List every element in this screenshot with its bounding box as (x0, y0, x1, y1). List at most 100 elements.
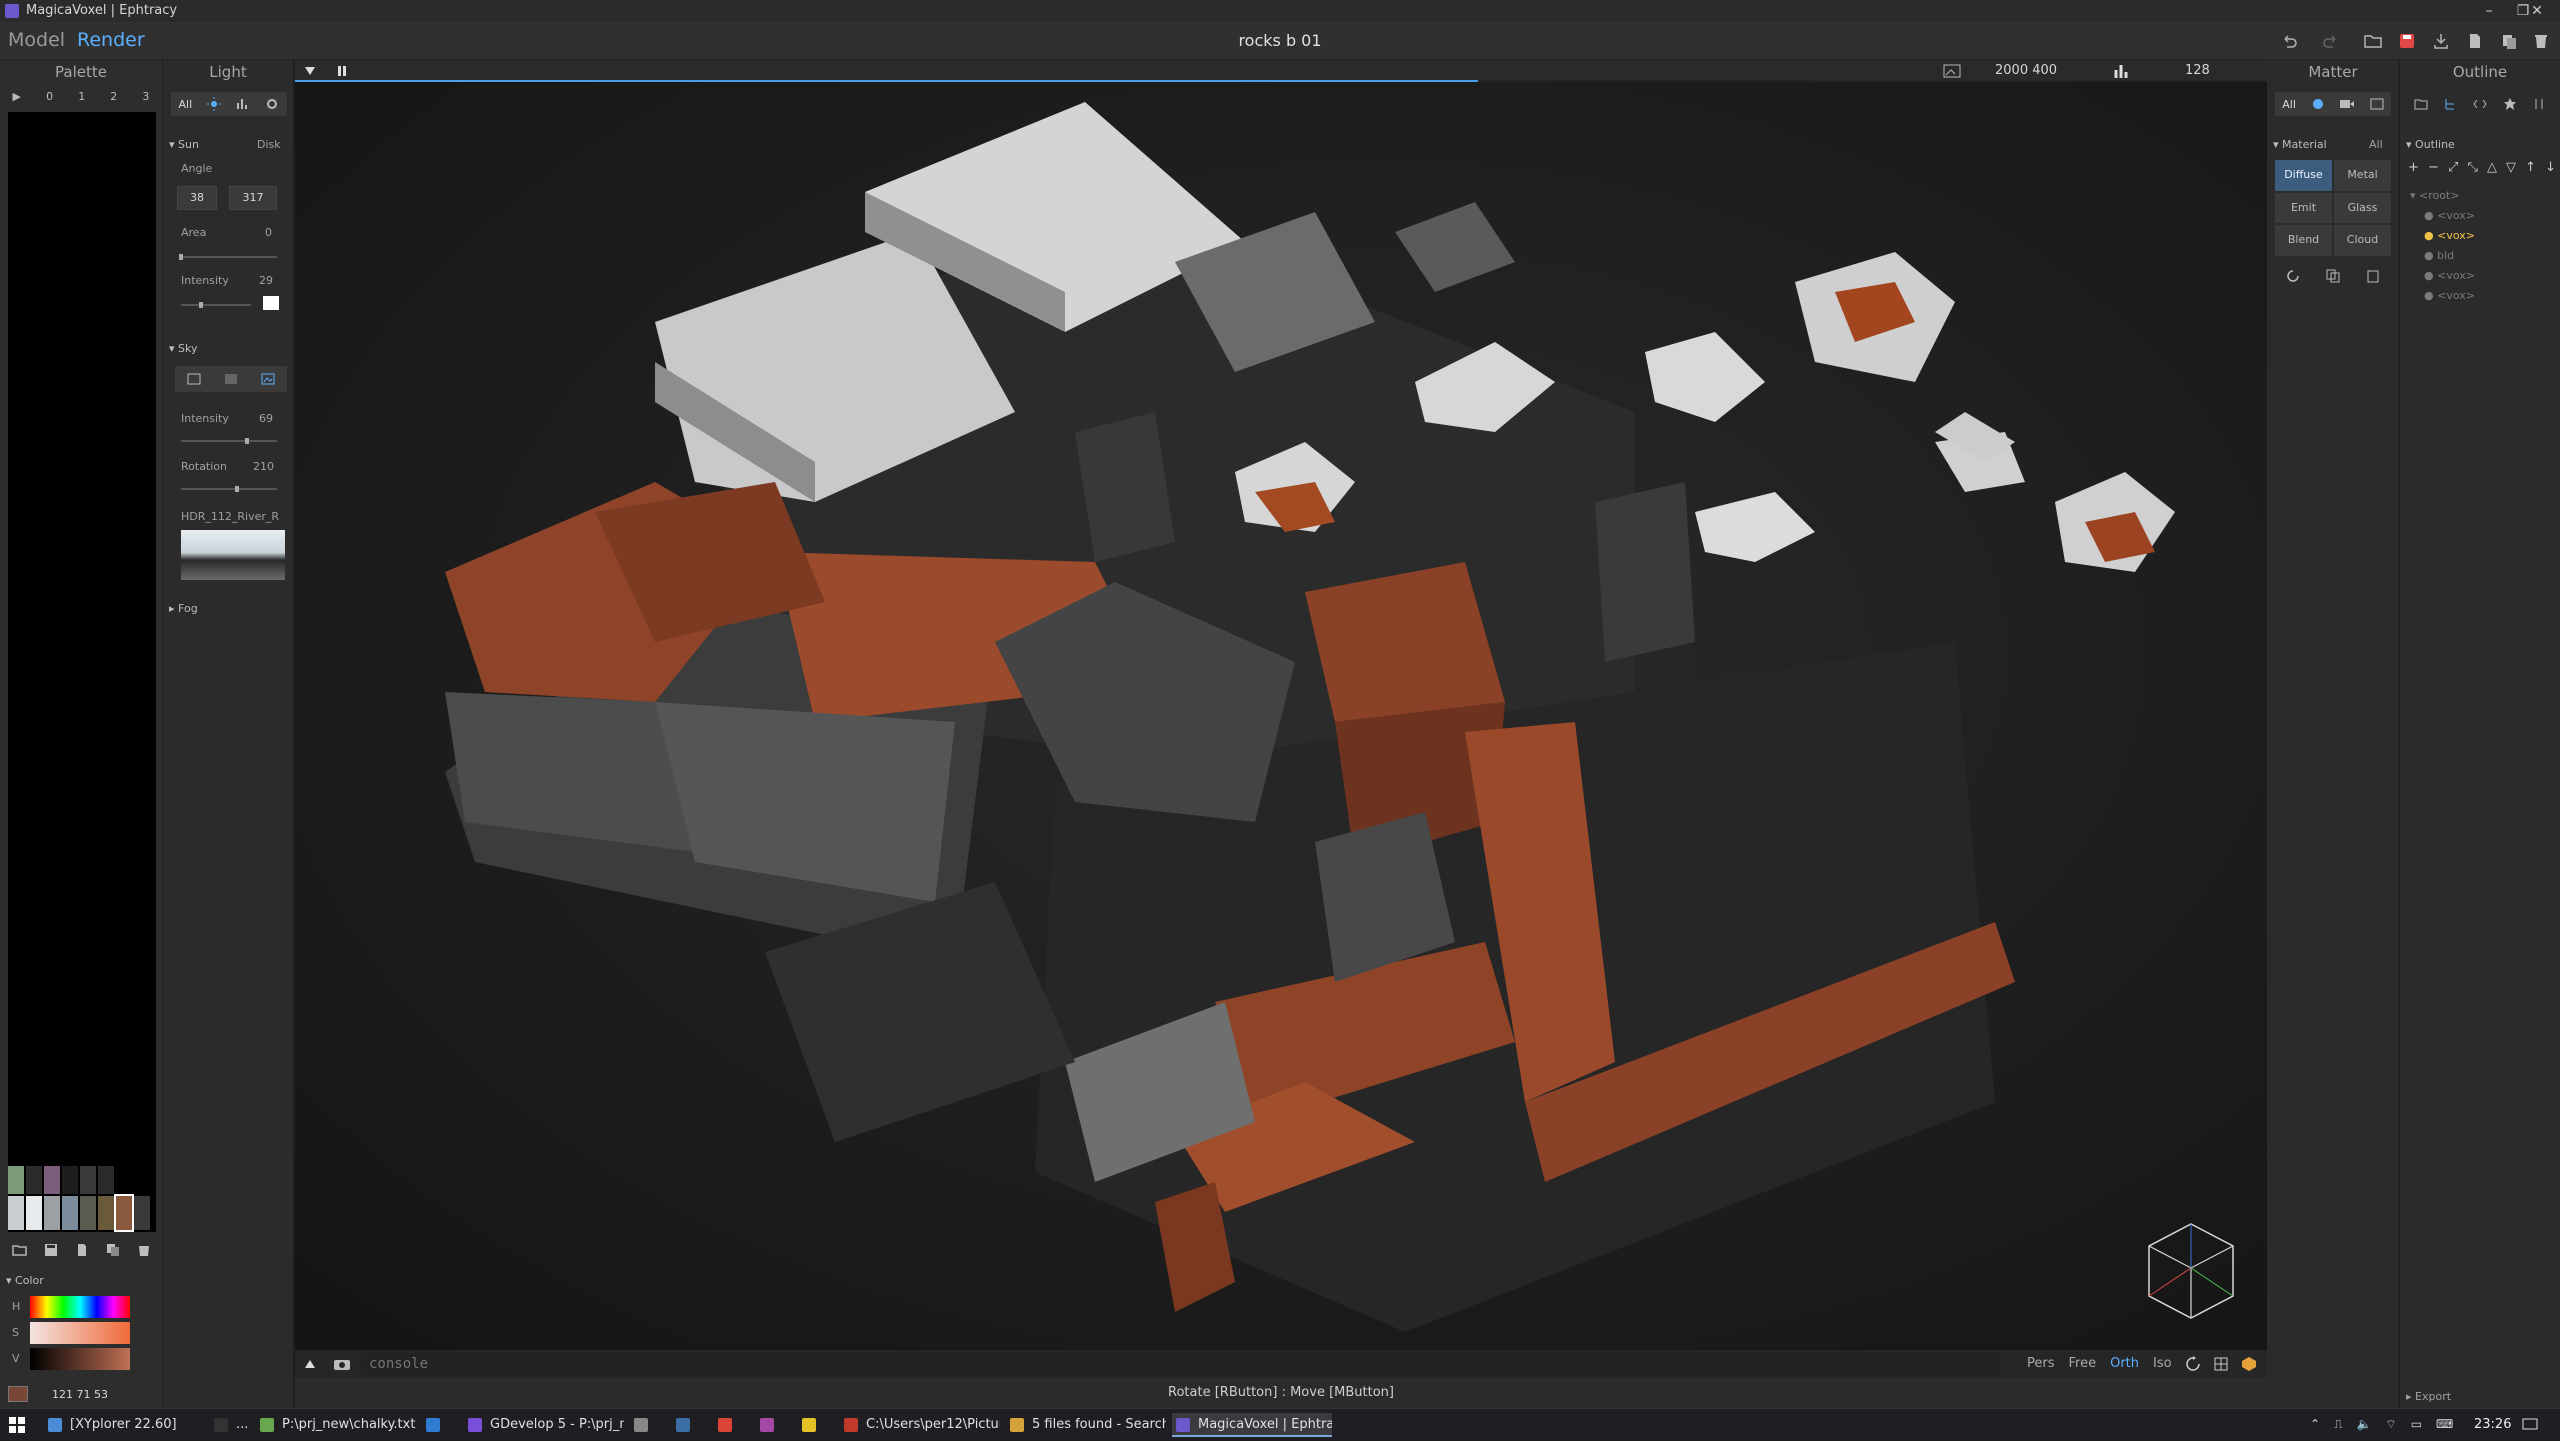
tray-network-icon[interactable]: ⌔ (2385, 1417, 2396, 1432)
sky-solid-icon[interactable] (186, 372, 202, 386)
copy-file-icon[interactable] (2498, 30, 2520, 52)
taskbar-item[interactable] (798, 1413, 834, 1437)
sun-icon[interactable] (207, 97, 222, 111)
material-reset-icon[interactable] (2285, 268, 2301, 284)
render-resolution[interactable]: 2000 400 (1995, 63, 2057, 78)
export-icon[interactable] (2430, 30, 2452, 52)
tray-usb-icon[interactable]: ⎍ (2334, 1417, 2342, 1432)
tray-keyboard-icon[interactable]: ⌨ (2436, 1417, 2453, 1432)
tray-battery-icon[interactable]: ▭ (2411, 1417, 2422, 1432)
disk-label[interactable]: Disk (257, 138, 281, 151)
console-input[interactable] (361, 1353, 2001, 1375)
camera-mode-iso[interactable]: Iso (2153, 1356, 2172, 1371)
material-all-label[interactable]: All (2369, 138, 2383, 151)
sun-angle-1-field[interactable]: 38 (177, 186, 217, 210)
taskbar-item[interactable]: P:\prj_new\chalky.txt ... (256, 1413, 416, 1437)
hue-slider[interactable] (30, 1296, 130, 1318)
outline-item[interactable]: ● <vox> (2406, 286, 2554, 306)
notifications-icon[interactable] (2522, 1417, 2538, 1433)
hdr-thumbnail[interactable] (181, 530, 285, 580)
gear-icon[interactable] (265, 97, 279, 111)
frame-view-icon[interactable] (2213, 1356, 2229, 1372)
palette-swatch[interactable] (80, 1166, 96, 1194)
palette-file-icon[interactable] (74, 1242, 90, 1258)
taskbar-item[interactable] (714, 1413, 750, 1437)
fog-section-label[interactable]: ▸ Fog (169, 602, 198, 615)
palette-swatch[interactable] (98, 1196, 114, 1230)
palette-swatch[interactable] (134, 1196, 150, 1230)
area-slider[interactable] (179, 254, 277, 260)
clock[interactable]: 23:26 (2474, 1417, 2511, 1432)
taskbar-item[interactable]: C:\Users\per12\Pictur... (840, 1413, 1000, 1437)
palette-page-0[interactable]: 0 (46, 90, 53, 108)
taskbar-item[interactable] (672, 1413, 708, 1437)
palette-page-1[interactable]: 1 (78, 90, 85, 108)
delete-file-icon[interactable] (2530, 30, 2552, 52)
star-icon[interactable] (2503, 97, 2517, 111)
taskbar-item[interactable]: 5 files found - Search:... (1006, 1413, 1166, 1437)
tab-model[interactable]: Model (8, 29, 65, 51)
render-menu-icon[interactable] (303, 64, 317, 78)
tray-volume-icon[interactable]: 🔈 (2356, 1417, 2371, 1432)
sky-intensity-value[interactable]: 69 (259, 412, 273, 425)
sun-intensity-value[interactable]: 29 (259, 274, 273, 287)
close-win-button[interactable]: ✕ (2514, 0, 2560, 22)
redo-icon[interactable] (2320, 30, 2342, 52)
taskbar-item[interactable] (630, 1413, 666, 1437)
code-icon[interactable] (2473, 97, 2487, 111)
image-settings-icon[interactable] (2370, 97, 2384, 111)
palette-save-icon[interactable] (43, 1242, 59, 1258)
open-folder-icon[interactable] (2362, 30, 2384, 52)
sun-intensity-slider[interactable] (181, 302, 251, 308)
palette-page-3[interactable]: 3 (142, 90, 149, 108)
rotation-knob[interactable] (234, 486, 239, 492)
outline-item[interactable]: ● bld (2406, 246, 2554, 266)
palette-swatch[interactable] (62, 1196, 78, 1230)
stats-icon[interactable] (236, 97, 250, 111)
folder-icon[interactable] (2414, 97, 2428, 111)
group-down-icon[interactable]: ▽ (2506, 160, 2516, 176)
camera-mode-orth[interactable]: Orth (2110, 1356, 2139, 1371)
outline-item[interactable]: ● <vox> (2406, 266, 2554, 286)
sky-section-label[interactable]: ▾ Sky (169, 342, 198, 355)
taskbar-item[interactable]: MagicaVoxel | Ephtracy (1172, 1413, 1332, 1437)
console-toggle-icon[interactable] (303, 1357, 317, 1371)
light-tab-all[interactable]: All (179, 98, 193, 111)
material-diffuse-button[interactable]: Diffuse (2275, 160, 2332, 191)
material-section-label[interactable]: ▾ Material (2273, 138, 2327, 151)
sky-image-icon[interactable] (260, 372, 276, 386)
material-blend-button[interactable]: Blend (2275, 225, 2332, 256)
sample-count[interactable]: 128 (2185, 63, 2210, 78)
matter-tab-all[interactable]: All (2282, 98, 2296, 111)
sky-gradient-icon[interactable] (223, 372, 239, 386)
start-icon[interactable] (8, 1416, 26, 1434)
add-node-icon[interactable]: + (2408, 160, 2419, 176)
tray-chevron-icon[interactable]: ⌃ (2310, 1417, 2320, 1432)
move-down-icon[interactable]: ↓ (2545, 160, 2556, 176)
palette-swatch[interactable] (26, 1196, 42, 1230)
taskbar-item[interactable] (756, 1413, 792, 1437)
saturation-slider[interactable] (30, 1322, 130, 1344)
palette-page-2[interactable]: 2 (110, 90, 117, 108)
camera-settings-icon[interactable] (2339, 97, 2355, 111)
palette-swatch[interactable] (62, 1166, 78, 1194)
area-value[interactable]: 0 (265, 226, 272, 239)
new-file-icon[interactable] (2464, 30, 2486, 52)
hierarchy-icon[interactable] (2443, 97, 2457, 111)
palette-swatch[interactable] (114, 1194, 134, 1232)
palette-open-icon[interactable] (12, 1242, 28, 1258)
reset-view-icon[interactable] (2185, 1356, 2201, 1372)
sort-icon[interactable] (2532, 97, 2546, 111)
sun-section-label[interactable]: ▾ Sun (169, 138, 199, 151)
sky-intensity-slider[interactable] (181, 438, 277, 444)
taskbar-item[interactable] (422, 1413, 458, 1437)
taskbar-item[interactable]: ... (210, 1413, 250, 1437)
sky-intensity-knob[interactable] (245, 438, 250, 444)
rotation-value[interactable]: 210 (253, 460, 274, 473)
rotation-slider[interactable] (181, 486, 277, 492)
outline-item[interactable]: ● <vox> (2406, 226, 2554, 246)
material-cloud-button[interactable]: Cloud (2334, 225, 2391, 256)
palette-swatch[interactable] (44, 1196, 60, 1230)
palette-page-play[interactable]: ▶ (13, 90, 21, 108)
move-up-icon[interactable]: ↑ (2525, 160, 2536, 176)
